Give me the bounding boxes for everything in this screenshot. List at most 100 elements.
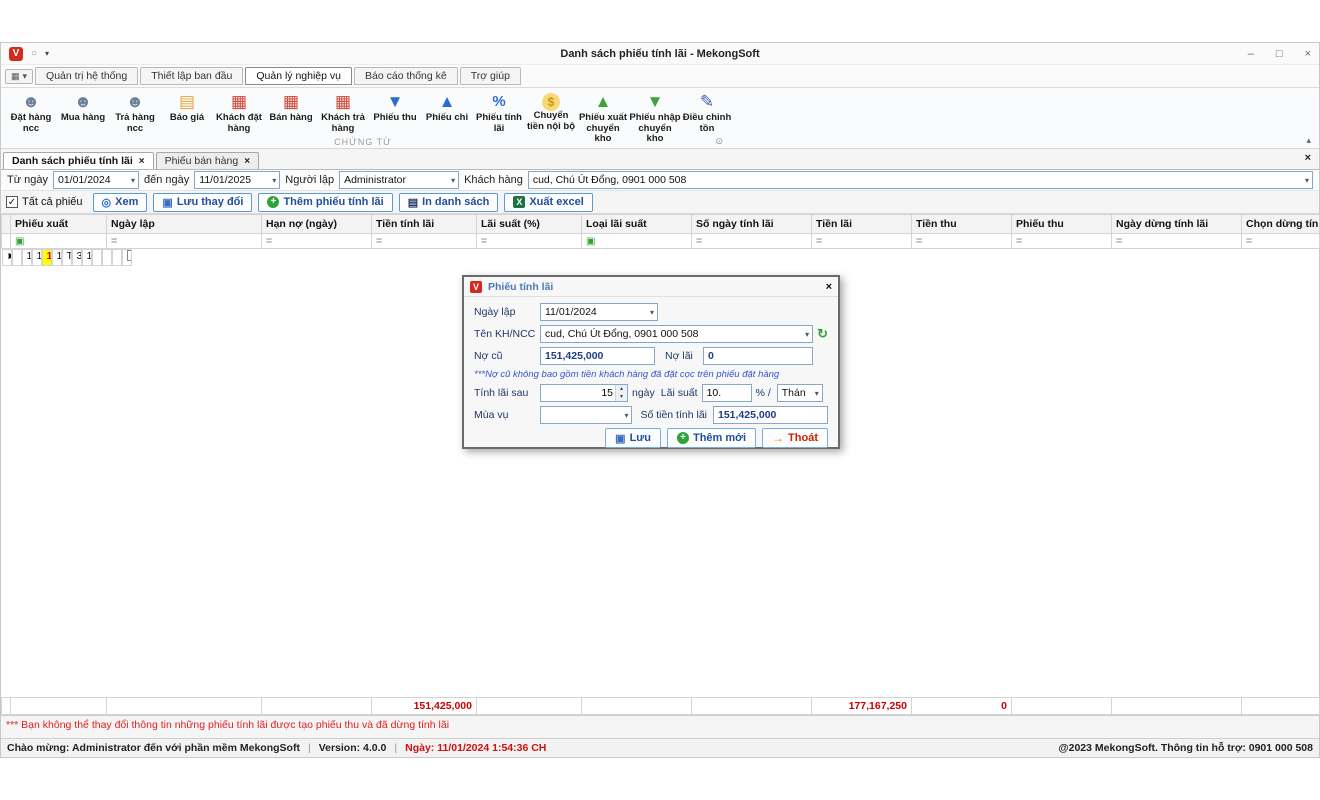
equals-operator-icon[interactable]: =: [111, 235, 117, 247]
col-tien-thu[interactable]: Tiền thu: [912, 215, 1012, 234]
equals-operator-icon[interactable]: =: [1246, 235, 1252, 247]
app-logo-icon[interactable]: V: [9, 47, 23, 61]
minimize-icon[interactable]: –: [1248, 48, 1254, 60]
save-button[interactable]: ▣ Lưu: [605, 428, 661, 448]
equals-operator-icon[interactable]: =: [816, 235, 822, 247]
interest-amount-input[interactable]: [713, 406, 828, 424]
add-interest-invoice-button[interactable]: + Thêm phiếu tính lãi: [258, 193, 392, 212]
close-icon[interactable]: ×: [1305, 48, 1311, 60]
menu-tab-quan-ly-nghiep-vu[interactable]: Quản lý nghiệp vụ: [245, 67, 352, 85]
col-phieu-xuat[interactable]: Phiếu xuất: [11, 215, 107, 234]
maximize-icon[interactable]: □: [1276, 48, 1283, 60]
pane-close-icon[interactable]: ×: [1305, 152, 1311, 164]
toolbar-item-phieu-chi[interactable]: ▲ Phiếu chi: [421, 90, 473, 124]
filter-cell[interactable]: =: [692, 234, 812, 249]
equals-operator-icon[interactable]: =: [481, 235, 487, 247]
row-selector-cell[interactable]: ►: [2, 249, 12, 266]
table-row[interactable]: ► 11/01/2024 15 151,425,000 10. Tháng 35…: [2, 249, 11, 266]
toolbar-item-khach-dat-hang[interactable]: ▦ Khách đặt hàng: [213, 90, 265, 134]
filter-cell[interactable]: =: [107, 234, 262, 249]
equals-operator-icon[interactable]: =: [1016, 235, 1022, 247]
created-date-picker[interactable]: 11/01/2024 ▾: [540, 303, 658, 321]
ribbon-launcher-button[interactable]: ▦ ▾: [5, 69, 33, 84]
stepper-up-icon[interactable]: ▴: [616, 385, 627, 393]
cell-ngay-dung-tinh-lai[interactable]: [112, 249, 122, 266]
toolbar-item-tra-hang-ncc[interactable]: ☻ Trả hàng ncc: [109, 90, 161, 134]
filter-cell[interactable]: =: [1012, 234, 1112, 249]
exit-button[interactable]: → Thoát: [762, 428, 828, 448]
toolbar-item-khach-tra-hang[interactable]: ▦ Khách trả hàng: [317, 90, 369, 134]
filter-cell[interactable]: =: [912, 234, 1012, 249]
col-so-ngay-tinh-lai[interactable]: Số ngày tính lãi: [692, 215, 812, 234]
equals-operator-icon[interactable]: =: [1116, 235, 1122, 247]
col-chon-dung-tinh-lai[interactable]: Chọn dừng tính lãi■: [1242, 215, 1320, 234]
doc-tab-phieu-ban-hang[interactable]: Phiếu bán hàng ×: [156, 152, 259, 169]
filter-cell[interactable]: =: [812, 234, 912, 249]
stepper-down-icon[interactable]: ▾: [616, 393, 627, 401]
equals-operator-icon[interactable]: =: [916, 235, 922, 247]
cell-lai-suat[interactable]: 10.: [52, 249, 62, 266]
add-new-button[interactable]: + Thêm mới: [667, 428, 756, 448]
view-button[interactable]: ◎ Xem: [93, 193, 148, 212]
menu-tab-bao-cao-thong-ke[interactable]: Báo cáo thống kê: [354, 67, 458, 85]
from-date-picker[interactable]: 01/01/2024 ▾: [53, 171, 139, 189]
filter-cell[interactable]: =: [262, 234, 372, 249]
dialog-close-icon[interactable]: ×: [826, 281, 832, 293]
creator-select[interactable]: Administrator ▾: [339, 171, 459, 189]
toolbar-item-phieu-tinh-lai[interactable]: % Phiếu tính lãi: [473, 90, 525, 134]
all-invoices-checkbox[interactable]: ✓ Tất cả phiếu: [6, 196, 83, 208]
cell-phieu-thu[interactable]: [102, 249, 112, 266]
interest-after-input[interactable]: [541, 385, 615, 401]
save-changes-button[interactable]: ▣ Lưu thay đổi: [153, 193, 252, 212]
old-debt-input[interactable]: [540, 347, 655, 365]
cell-han-no[interactable]: 15: [32, 249, 42, 266]
toolbar-item-dieu-chinh-ton[interactable]: ✎ Điều chỉnh tồn: [681, 90, 733, 134]
cell-tien-thu[interactable]: [92, 249, 102, 266]
col-loai-lai-suat[interactable]: Loại lãi suất: [582, 215, 692, 234]
toolbar-item-chuyen-tien-noi-bo[interactable]: $ Chuyển tiền nội bộ: [525, 90, 577, 132]
interest-after-stepper[interactable]: ▴ ▾: [540, 384, 628, 402]
filter-cell[interactable]: =: [372, 234, 477, 249]
cell-tien-lai[interactable]: 177,167,250: [82, 249, 92, 266]
col-ngay-dung-tinh-lai[interactable]: Ngày dừng tính lãi: [1112, 215, 1242, 234]
row-checkbox[interactable]: [127, 250, 132, 261]
cell-chon-dung-tinh-lai[interactable]: [122, 249, 132, 266]
print-list-button[interactable]: ▤ In danh sách: [399, 193, 499, 212]
menu-tab-thiet-lap-ban-dau[interactable]: Thiết lập ban đầu: [140, 67, 243, 85]
tab-close-icon[interactable]: ×: [139, 156, 145, 167]
col-phieu-thu[interactable]: Phiếu thu: [1012, 215, 1112, 234]
toolbar-item-phieu-thu[interactable]: ▼ Phiếu thu: [369, 90, 421, 124]
filter-icon[interactable]: ▣: [15, 236, 24, 247]
equals-operator-icon[interactable]: =: [696, 235, 702, 247]
cell-ngay-lap[interactable]: 11/01/2024: [22, 249, 32, 266]
toolbar-item-ban-hang[interactable]: ▦ Bán hàng: [265, 90, 317, 124]
cell-phieu-xuat[interactable]: [12, 249, 22, 266]
filter-icon[interactable]: ▣: [586, 236, 595, 247]
to-date-picker[interactable]: 11/01/2025 ▾: [194, 171, 280, 189]
customer-name-select[interactable]: cud, Chú Út Đổng, 0901 000 508 ▾: [540, 325, 813, 343]
col-tien-lai[interactable]: Tiền lãi: [812, 215, 912, 234]
cell-tien-tinh-lai[interactable]: 151,425,000: [42, 249, 52, 266]
interest-debt-input[interactable]: [703, 347, 813, 365]
menu-tab-quan-tri-he-thong[interactable]: Quản trị hệ thống: [35, 67, 138, 85]
filter-cell[interactable]: =: [1112, 234, 1242, 249]
interest-rate-input[interactable]: [702, 384, 752, 402]
col-lai-suat[interactable]: Lãi suất (%): [477, 215, 582, 234]
group-dialog-launcher-icon[interactable]: ⊙: [715, 136, 723, 147]
refresh-icon[interactable]: ↻: [817, 326, 828, 342]
stepper-arrows[interactable]: ▴ ▾: [615, 385, 627, 401]
toolbar-item-mua-hang[interactable]: ☻ Mua hàng: [57, 90, 109, 124]
ribbon-collapse-icon[interactable]: ▴: [1306, 135, 1311, 146]
filter-cell[interactable]: =: [1242, 234, 1320, 249]
season-select[interactable]: ▾: [540, 406, 632, 424]
doc-tab-danh-sach-phieu-tinh-lai[interactable]: Danh sách phiếu tính lãi ×: [3, 152, 154, 169]
period-select[interactable]: Thán ▾: [777, 384, 823, 402]
col-han-no[interactable]: Hạn nợ (ngày): [262, 215, 372, 234]
equals-operator-icon[interactable]: =: [376, 235, 382, 247]
dialog-titlebar[interactable]: V Phiếu tính lãi ×: [464, 277, 838, 297]
toolbar-item-bao-gia[interactable]: ▤ Báo giá: [161, 90, 213, 124]
tab-close-icon[interactable]: ×: [244, 156, 250, 167]
filter-cell[interactable]: =: [477, 234, 582, 249]
export-excel-button[interactable]: X Xuất excel: [504, 193, 592, 212]
cell-so-ngay-tinh-lai[interactable]: 351: [72, 249, 82, 266]
